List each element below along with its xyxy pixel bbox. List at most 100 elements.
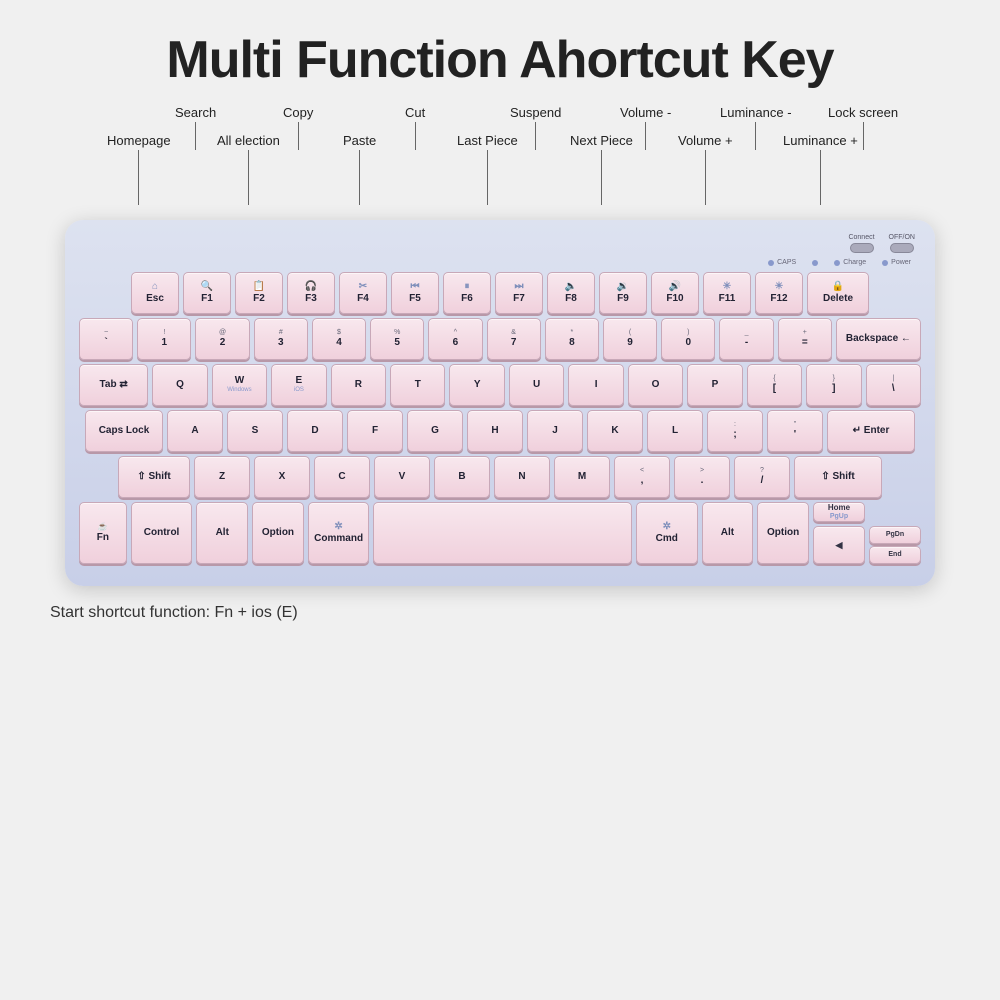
connect-toggle[interactable] bbox=[850, 243, 874, 253]
charge-led bbox=[834, 260, 840, 266]
key-semicolon[interactable]: : ; bbox=[707, 410, 763, 452]
key-delete[interactable]: 🔒 Delete bbox=[807, 272, 869, 314]
key-equals[interactable]: + = bbox=[778, 318, 832, 360]
key-7[interactable]: & 7 bbox=[487, 318, 541, 360]
key-fn[interactable]: ☕ Fn bbox=[79, 502, 127, 564]
key-u[interactable]: U bbox=[509, 364, 564, 406]
key-end[interactable]: End bbox=[869, 546, 921, 564]
key-p[interactable]: P bbox=[687, 364, 742, 406]
label-volume-plus: Volume + bbox=[678, 133, 733, 205]
key-f7[interactable]: ⏭ F7 bbox=[495, 272, 543, 314]
key-f5[interactable]: ⏮ F5 bbox=[391, 272, 439, 314]
footer-text: Start shortcut function: Fn + ios (E) bbox=[40, 604, 298, 622]
key-f11[interactable]: ✳ F11 bbox=[703, 272, 751, 314]
key-r[interactable]: R bbox=[331, 364, 386, 406]
key-home[interactable]: Home PgUp bbox=[813, 502, 865, 522]
key-q[interactable]: Q bbox=[152, 364, 207, 406]
connect-label: Connect bbox=[848, 234, 874, 241]
key-a[interactable]: A bbox=[167, 410, 223, 452]
key-backtick[interactable]: ~ ` bbox=[79, 318, 133, 360]
key-g[interactable]: G bbox=[407, 410, 463, 452]
label-copy: Copy bbox=[283, 105, 313, 150]
key-enter[interactable]: ↵ Enter bbox=[827, 410, 915, 452]
key-o[interactable]: O bbox=[628, 364, 683, 406]
key-f8[interactable]: 🔈 F8 bbox=[547, 272, 595, 314]
key-v[interactable]: V bbox=[374, 456, 430, 498]
key-i[interactable]: I bbox=[568, 364, 623, 406]
key-f3[interactable]: 🎧 F3 bbox=[287, 272, 335, 314]
key-s[interactable]: S bbox=[227, 410, 283, 452]
key-minus[interactable]: _ - bbox=[719, 318, 773, 360]
key-left-arrow[interactable]: ◀ bbox=[813, 526, 865, 564]
key-n[interactable]: N bbox=[494, 456, 550, 498]
key-pgdn[interactable]: PgDn bbox=[869, 526, 921, 544]
key-9[interactable]: ( 9 bbox=[603, 318, 657, 360]
key-slash[interactable]: ? / bbox=[734, 456, 790, 498]
key-w[interactable]: W Windows bbox=[212, 364, 267, 406]
key-5[interactable]: % 5 bbox=[370, 318, 424, 360]
key-control[interactable]: Control bbox=[131, 502, 193, 564]
power-label: Power bbox=[891, 259, 911, 266]
key-command-left[interactable]: ✲ Command bbox=[308, 502, 370, 564]
key-k[interactable]: K bbox=[587, 410, 643, 452]
key-8[interactable]: * 8 bbox=[545, 318, 599, 360]
key-alt-right[interactable]: Alt bbox=[702, 502, 754, 564]
key-t[interactable]: T bbox=[390, 364, 445, 406]
key-tab[interactable]: Tab ⇄ bbox=[79, 364, 148, 406]
key-d[interactable]: D bbox=[287, 410, 343, 452]
key-backslash[interactable]: | \ bbox=[866, 364, 921, 406]
key-f1[interactable]: 🔍 F1 bbox=[183, 272, 231, 314]
key-period[interactable]: > . bbox=[674, 456, 730, 498]
key-l[interactable]: L bbox=[647, 410, 703, 452]
key-space[interactable] bbox=[373, 502, 631, 564]
caps-led bbox=[768, 260, 774, 266]
power-indicator: Power bbox=[882, 259, 911, 266]
key-f6[interactable]: ⏸ F6 bbox=[443, 272, 491, 314]
key-x[interactable]: X bbox=[254, 456, 310, 498]
key-j[interactable]: J bbox=[527, 410, 583, 452]
qwerty-row: Tab ⇄ Q W Windows E iOS R T bbox=[79, 364, 921, 406]
key-2[interactable]: @ 2 bbox=[195, 318, 249, 360]
key-f9[interactable]: 🔉 F9 bbox=[599, 272, 647, 314]
key-m[interactable]: M bbox=[554, 456, 610, 498]
page-container: Multi Function Ahortcut Key Search Copy … bbox=[0, 0, 1000, 1000]
key-shift-left[interactable]: ⇧ Shift bbox=[118, 456, 190, 498]
key-6[interactable]: ^ 6 bbox=[428, 318, 482, 360]
key-e[interactable]: E iOS bbox=[271, 364, 326, 406]
asdf-row: Caps Lock A S D F G H bbox=[79, 410, 921, 452]
key-backspace[interactable]: Backspace ← bbox=[836, 318, 921, 360]
label-homepage: Homepage bbox=[107, 133, 171, 205]
key-h[interactable]: H bbox=[467, 410, 523, 452]
key-capslock[interactable]: Caps Lock bbox=[85, 410, 163, 452]
key-b[interactable]: B bbox=[434, 456, 490, 498]
key-0[interactable]: ) 0 bbox=[661, 318, 715, 360]
label-next-piece: Next Piece bbox=[570, 133, 633, 205]
page-title: Multi Function Ahortcut Key bbox=[166, 30, 833, 90]
key-comma[interactable]: < , bbox=[614, 456, 670, 498]
key-f4[interactable]: ✂ F4 bbox=[339, 272, 387, 314]
label-luminance-plus: Luminance + bbox=[783, 133, 858, 205]
key-f10[interactable]: 🔊 F10 bbox=[651, 272, 699, 314]
key-shift-right[interactable]: ⇧ Shift bbox=[794, 456, 882, 498]
key-y[interactable]: Y bbox=[449, 364, 504, 406]
key-f2[interactable]: 📋 F2 bbox=[235, 272, 283, 314]
key-lbracket[interactable]: { [ bbox=[747, 364, 802, 406]
key-3[interactable]: # 3 bbox=[254, 318, 308, 360]
onoff-toggle[interactable] bbox=[890, 243, 914, 253]
key-option-right[interactable]: Option bbox=[757, 502, 809, 564]
key-rbracket[interactable]: } ] bbox=[806, 364, 861, 406]
key-esc[interactable]: ⌂ Esc bbox=[131, 272, 179, 314]
label-search: Search bbox=[175, 105, 216, 150]
key-f12[interactable]: ☀ F12 bbox=[755, 272, 803, 314]
key-alt-left[interactable]: Alt bbox=[196, 502, 248, 564]
key-c[interactable]: C bbox=[314, 456, 370, 498]
key-f[interactable]: F bbox=[347, 410, 403, 452]
key-quote[interactable]: " ' bbox=[767, 410, 823, 452]
label-cut: Cut bbox=[405, 105, 425, 150]
key-4[interactable]: $ 4 bbox=[312, 318, 366, 360]
key-1[interactable]: ! 1 bbox=[137, 318, 191, 360]
key-option-left[interactable]: Option bbox=[252, 502, 304, 564]
zxcv-row: ⇧ Shift Z X C V B N bbox=[79, 456, 921, 498]
key-z[interactable]: Z bbox=[194, 456, 250, 498]
key-command-right[interactable]: ✲ Cmd bbox=[636, 502, 698, 564]
